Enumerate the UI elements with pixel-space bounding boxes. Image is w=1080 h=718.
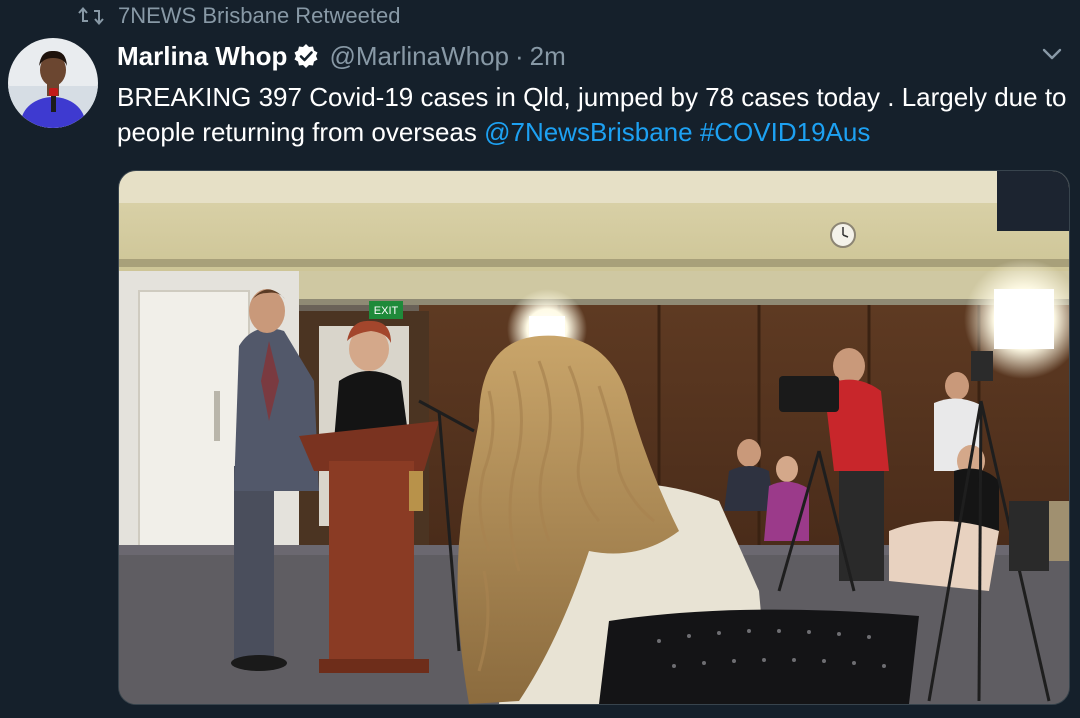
retweet-context: 7NEWS Brisbane Retweeted — [78, 2, 400, 30]
retweet-icon — [78, 6, 104, 26]
tweet-body: BREAKING 397 Covid-19 cases in Qld, jump… — [117, 80, 1067, 150]
verified-badge-icon — [293, 43, 319, 69]
tweet-timestamp[interactable]: 2m — [530, 41, 566, 72]
author-handle[interactable]: @MarlinaWhop — [329, 41, 509, 72]
avatar[interactable] — [8, 38, 98, 128]
tweet-card[interactable]: 7NEWS Brisbane Retweeted Marlina Whop @M… — [0, 0, 1080, 718]
exit-sign-text: EXIT — [374, 305, 399, 317]
author-display-name[interactable]: Marlina Whop — [117, 41, 287, 72]
separator-dot: · — [515, 40, 524, 71]
tweet-photo[interactable]: EXIT — [118, 170, 1070, 705]
mention-link[interactable]: @7NewsBrisbane — [484, 117, 692, 147]
hashtag-link[interactable]: #COVID19Aus — [700, 117, 871, 147]
chevron-down-icon[interactable] — [1038, 40, 1066, 68]
tweet-header: Marlina Whop @MarlinaWhop · 2m — [117, 38, 566, 74]
retweeted-by-label[interactable]: 7NEWS Brisbane Retweeted — [118, 3, 400, 29]
